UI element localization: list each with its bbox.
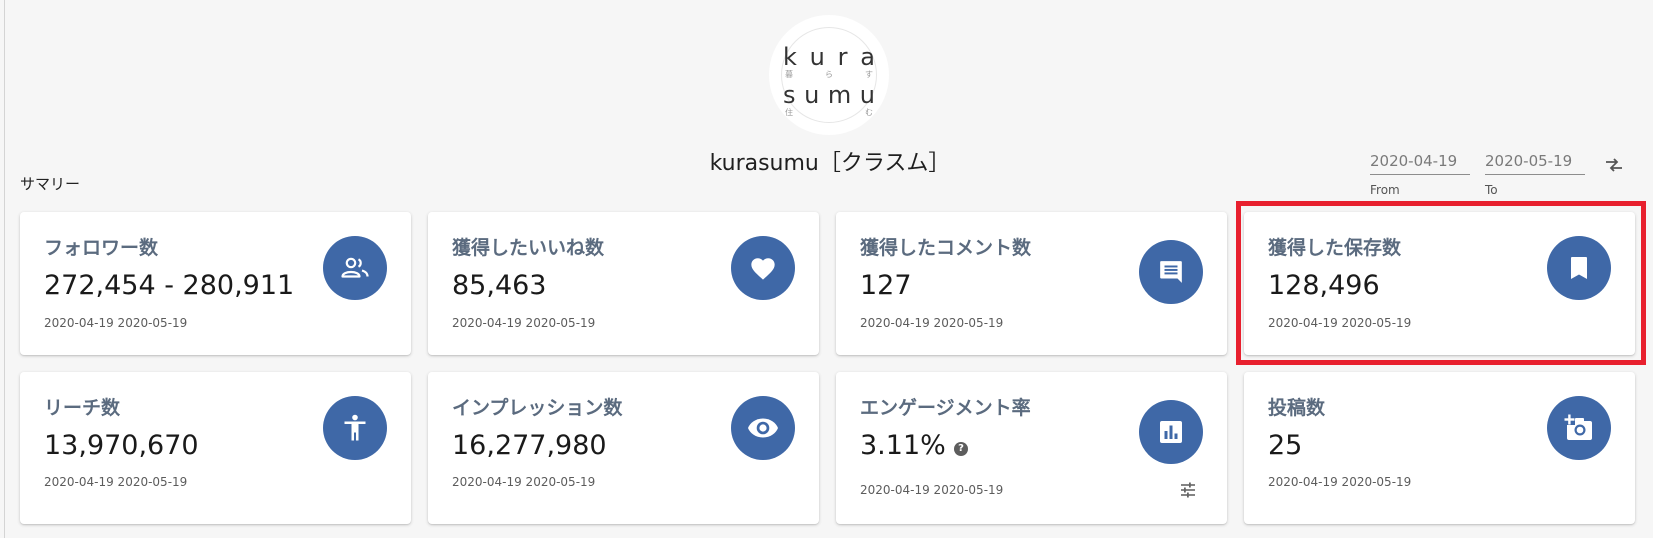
account-name: kurasumu［クラスム］ [709, 151, 951, 176]
compare-arrows-icon [1606, 158, 1622, 172]
from-date-input[interactable] [1370, 148, 1470, 175]
tune-icon[interactable] [1180, 482, 1196, 498]
help-icon[interactable]: ? [954, 442, 968, 456]
card-title: 投稿数 [1268, 397, 1326, 419]
add-photo-icon [1547, 396, 1611, 460]
page-left-border [4, 0, 5, 538]
card-date-range: 2020-04-19 2020-05-19 [860, 316, 1004, 330]
heart-icon [731, 236, 795, 300]
card-value: 272,454 - 280,911 [44, 270, 295, 301]
eye-icon [731, 396, 795, 460]
card-value: 16,277,980 [452, 430, 607, 461]
card-title: リーチ数 [44, 397, 121, 419]
card-date-range: 2020-04-19 2020-05-19 [452, 316, 596, 330]
reach-card: リーチ数 13,970,670 2020-04-19 2020-05-19 [20, 372, 411, 524]
impressions-card: インプレッション数 16,277,980 2020-04-19 2020-05-… [428, 372, 819, 524]
card-value: 3.11% [860, 430, 946, 461]
card-date-range: 2020-04-19 2020-05-19 [860, 483, 1004, 497]
to-date-label: To [1485, 183, 1498, 197]
card-title: インプレッション数 [452, 397, 623, 419]
to-date-field: To [1485, 148, 1585, 197]
card-value: 85,463 [452, 270, 547, 301]
from-date-label: From [1370, 183, 1400, 197]
likes-card: 獲得したいいね数 85,463 2020-04-19 2020-05-19 [428, 212, 819, 355]
logo-subtext-bottom: 住む [785, 108, 873, 117]
card-date-range: 2020-04-19 2020-05-19 [44, 475, 188, 489]
bar-chart-icon [1139, 400, 1203, 464]
card-date-range: 2020-04-19 2020-05-19 [44, 316, 188, 330]
saves-card: 獲得した保存数 128,496 2020-04-19 2020-05-19 [1244, 212, 1635, 355]
followers-card: フォロワー数 272,454 - 280,911 2020-04-19 2020… [20, 212, 411, 355]
card-title: フォロワー数 [44, 237, 159, 259]
card-date-range: 2020-04-19 2020-05-19 [1268, 316, 1412, 330]
card-title: 獲得したコメント数 [860, 237, 1032, 259]
card-value: 127 [860, 270, 912, 301]
from-date-field: From [1370, 148, 1470, 197]
card-value: 13,970,670 [44, 430, 199, 461]
bookmark-icon [1547, 236, 1611, 300]
summary-heading: サマリー [20, 175, 81, 193]
card-value: 25 [1268, 430, 1303, 461]
card-title: 獲得した保存数 [1268, 237, 1402, 259]
to-date-input[interactable] [1485, 148, 1585, 175]
accessibility-icon [323, 396, 387, 460]
engagement-rate-card: エンゲージメント率 3.11% ? 2020-04-19 2020-05-19 [836, 372, 1227, 524]
logo-row-bottom: sumu [783, 81, 875, 109]
account-logo: kura 暮らす sumu 住む [769, 15, 889, 135]
comments-card: 獲得したコメント数 127 2020-04-19 2020-05-19 [836, 212, 1227, 355]
card-title: エンゲージメント率 [860, 397, 1031, 419]
posts-card: 投稿数 25 2020-04-19 2020-05-19 [1244, 372, 1635, 524]
card-title: 獲得したいいね数 [452, 237, 605, 259]
logo-row-top: kura [783, 43, 875, 71]
card-value: 128,496 [1268, 270, 1380, 301]
compare-arrows-button[interactable] [1601, 152, 1627, 178]
comment-icon [1139, 240, 1203, 304]
card-date-range: 2020-04-19 2020-05-19 [452, 475, 596, 489]
card-date-range: 2020-04-19 2020-05-19 [1268, 475, 1412, 489]
people-icon [323, 236, 387, 300]
logo-subtext-top: 暮らす [785, 70, 873, 79]
